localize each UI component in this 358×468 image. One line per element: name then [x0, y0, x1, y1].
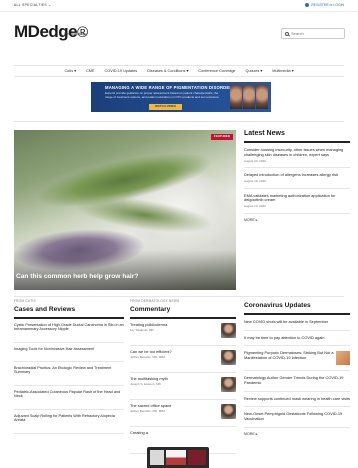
covid-headline: New COVID shots will be available in Sep…	[244, 318, 329, 324]
news-date: August 20, 2020	[244, 158, 266, 163]
commentary-headline: Treating poikiloderma	[130, 321, 168, 327]
list-item[interactable]: The sacred office space Jeffrey Benabio, …	[130, 400, 236, 427]
all-specialties-dropdown[interactable]: ALL SPECIALTIES ⌄	[14, 3, 51, 7]
video-thumbnail	[188, 450, 206, 465]
commentary-title: Commentary	[130, 306, 236, 319]
all-specialties-label: ALL SPECIALTIES	[14, 3, 47, 7]
cases-and-reviews: FROM CUTIS Cases and Reviews Cystic Pres…	[14, 299, 124, 434]
commentary-byline: Lily Talakoub, MD	[130, 328, 154, 333]
watch-video-button[interactable]: WATCH VIDEO	[149, 104, 182, 110]
covid-headline: New-Onset Pemphigoid Gestationis Followi…	[244, 411, 343, 422]
news-headline: EMA validates marketing authorization ap…	[244, 192, 336, 203]
ad-portrait	[243, 85, 255, 109]
latest-more-link[interactable]: MORE ▸	[244, 218, 350, 222]
list-item[interactable]: New-Onset Pemphigoid Gestationis Followi…	[244, 407, 350, 428]
author-photo	[221, 403, 236, 419]
latest-news: Latest News Consider housing insecurity,…	[244, 130, 350, 222]
commentary-headline: The multitasking myth	[130, 375, 168, 381]
cases-title: Cases and Reviews	[14, 306, 124, 319]
featured-badge: FEATURED	[210, 134, 233, 140]
covid-headline: Dermatology Author Gender Trends During …	[244, 375, 344, 385]
latest-news-title: Latest News	[244, 130, 350, 144]
nav-item-conference[interactable]: Conference Coverage	[198, 69, 235, 74]
author-photo	[221, 349, 236, 365]
nav-item-cme[interactable]: CME	[86, 69, 94, 74]
list-item[interactable]: Can we be too efficient? Jeffrey Benabio,…	[130, 346, 236, 373]
nav-item-cutis[interactable]: Cutis ▾	[64, 69, 76, 74]
section-kicker: FROM CUTIS	[14, 299, 36, 303]
commentary-headline: Can we be too efficient?	[130, 348, 172, 354]
list-item[interactable]: Pigmenting Purpuric Dermatoses: Striking…	[244, 346, 350, 372]
coronavirus-more-link[interactable]: MORE ▸	[244, 432, 350, 436]
ad-portraits	[230, 85, 268, 109]
author-photo	[221, 376, 236, 392]
list-item[interactable]: Consider housing insecurity, other issue…	[244, 143, 350, 169]
commentary-byline: Joseph S. Eastern, MD	[130, 382, 161, 387]
commentary-byline: Jeffrey Benabio, MD, MBA	[130, 409, 166, 414]
list-item[interactable]: It may be time to pay attention to COVID…	[244, 331, 350, 347]
featured-headline[interactable]: Can this common herb help grow hair?	[16, 273, 138, 281]
list-item[interactable]: Review supports continued mask wearing i…	[244, 392, 350, 408]
search-box[interactable]	[281, 28, 345, 39]
news-date: August 13, 2020	[244, 204, 266, 209]
main-nav: Cutis ▾ CME COVID-19 Updates Diseases & …	[14, 65, 344, 77]
commentary-byline: Jeffrey Benabio, MD, MBA	[130, 355, 166, 360]
nav-item-multimedia[interactable]: Multimedia ▾	[272, 69, 293, 74]
specialty-name: Dermatology	[64, 31, 87, 36]
ad-banner[interactable]: MANAGING A WIDE RANGE OF PIGMENTATION DI…	[91, 82, 271, 112]
list-item[interactable]: New COVID shots will be available in Sep…	[244, 315, 350, 331]
search-icon[interactable]	[285, 31, 289, 36]
list-item[interactable]: Adjuvant Scalp Rolling for Patients With…	[14, 410, 124, 434]
ad-portrait	[256, 85, 268, 109]
commentary-headline: The sacred office space	[130, 402, 172, 408]
coronavirus-updates: Coronavirus Updates New COVID shots will…	[244, 300, 350, 436]
top-utility-bar: ALL SPECIALTIES ⌄ REGISTER or LOGIN	[0, 0, 358, 12]
section-kicker: FROM DERMATOLOGY NEWS	[130, 299, 180, 303]
covid-headline: Pigmenting Purpuric Dermatoses: Striking…	[244, 350, 334, 360]
section-divider	[14, 296, 344, 297]
ad-portrait	[230, 85, 242, 109]
nav-item-covid[interactable]: COVID-19 Updates	[105, 69, 138, 74]
ad-body: Experts provide guidance on proper asses…	[105, 91, 219, 99]
register-login-label: REGISTER or LOGIN	[311, 3, 344, 7]
article-thumbnail	[336, 351, 350, 366]
register-login-link[interactable]: REGISTER or LOGIN	[305, 3, 344, 8]
video-thumbnail	[150, 450, 164, 465]
list-item[interactable]: Cystic Presentation of High-Grade Ductal…	[14, 319, 124, 343]
user-icon	[305, 3, 310, 8]
list-item[interactable]: The multitasking myth Joseph S. Eastern, …	[130, 373, 236, 400]
coronavirus-title: Coronavirus Updates	[244, 302, 350, 315]
covid-headline: It may be time to pay attention to COVID…	[244, 334, 325, 340]
site-header: MDedge® Dermatology	[0, 18, 358, 48]
ad-title: MANAGING A WIDE RANGE OF PIGMENTATION DI…	[105, 85, 236, 90]
search-input[interactable]	[291, 31, 341, 36]
list-item[interactable]: Brachioradial Pruritus: An Etiologic Rev…	[14, 362, 124, 386]
commentary: FROM DERMATOLOGY NEWS Commentary Treatin…	[130, 299, 236, 454]
featured-story[interactable]: FEATURED Can this common herb help grow …	[14, 130, 236, 290]
nav-item-quizzes[interactable]: Quizzes ▾	[246, 69, 263, 74]
list-item[interactable]: Imaging Tools for Noninvasive Hair Asses…	[14, 343, 124, 362]
hero-shade	[14, 250, 236, 290]
section-divider	[14, 121, 344, 122]
list-item[interactable]: Dermatology Author Gender Trends During …	[244, 371, 350, 392]
news-date: August 19, 2020	[244, 179, 266, 184]
list-item[interactable]: Treating poikiloderma Lily Talakoub, MD	[130, 319, 236, 346]
floating-video-player[interactable]	[147, 447, 209, 468]
news-headline: Delayed introduction of allergens increa…	[244, 172, 339, 178]
list-item[interactable]: EMA validates marketing authorization ap…	[244, 189, 350, 214]
author-photo	[221, 322, 236, 338]
chevron-down-icon: ⌄	[48, 3, 52, 7]
covid-headline: Review supports continued mask wearing i…	[244, 395, 350, 401]
list-item[interactable]: Pediatric-Associated Cutaneous Papular R…	[14, 386, 124, 410]
video-thumbnail	[166, 450, 186, 465]
list-item[interactable]: Delayed introduction of allergens increa…	[244, 168, 350, 189]
nav-item-diseases[interactable]: Diseases & Conditions ▾	[147, 69, 188, 74]
commentary-headline: Creating a	[130, 429, 148, 435]
news-headline: Consider housing insecurity, other issue…	[244, 147, 344, 158]
